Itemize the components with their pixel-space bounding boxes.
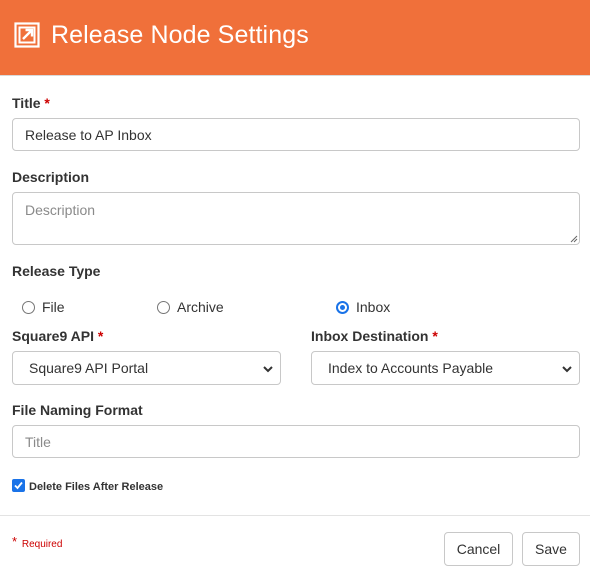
dialog-title: Release Node Settings bbox=[51, 21, 309, 49]
file-naming-format-input[interactable] bbox=[12, 425, 580, 458]
title-input[interactable] bbox=[12, 118, 580, 151]
inbox-destination-select[interactable]: Index to Accounts Payable bbox=[311, 351, 580, 385]
chevron-down-icon bbox=[562, 366, 572, 373]
square9-api-required-mark: * bbox=[97, 328, 104, 344]
required-note-star: * bbox=[12, 534, 18, 549]
title-required-mark: * bbox=[44, 95, 50, 111]
dialog-header: Release Node Settings bbox=[0, 0, 590, 76]
delete-files-checkbox[interactable] bbox=[12, 479, 25, 492]
radio-file-label: File bbox=[42, 299, 65, 315]
title-label: Title * bbox=[12, 95, 50, 111]
radio-archive-label: Archive bbox=[177, 299, 224, 315]
chevron-down-icon bbox=[263, 366, 273, 373]
radio-archive-button[interactable] bbox=[157, 300, 170, 314]
inbox-destination-selected-value: Index to Accounts Payable bbox=[328, 360, 493, 376]
resize-grip-icon[interactable] bbox=[570, 235, 578, 243]
square9-api-label-text: Square9 API bbox=[12, 328, 94, 344]
description-textarea[interactable] bbox=[12, 192, 580, 245]
inbox-destination-required-mark: * bbox=[432, 328, 438, 344]
cancel-button[interactable]: Cancel bbox=[444, 532, 513, 566]
checkmark-icon bbox=[14, 481, 23, 490]
footer-divider bbox=[0, 515, 590, 516]
square9-api-selected-value: Square9 API Portal bbox=[29, 360, 149, 376]
inbox-destination-label-text: Inbox Destination bbox=[311, 328, 429, 344]
file-naming-format-label: File Naming Format bbox=[12, 402, 143, 418]
delete-files-label: Delete Files After Release bbox=[29, 481, 164, 493]
radio-option-archive[interactable]: Archive bbox=[157, 298, 224, 316]
save-button[interactable]: Save bbox=[522, 532, 580, 566]
required-note: * Required bbox=[12, 534, 63, 551]
title-label-text: Title bbox=[12, 95, 41, 111]
radio-file-button[interactable] bbox=[22, 300, 35, 314]
square9-api-select[interactable]: Square9 API Portal bbox=[12, 351, 281, 385]
release-arrow-icon bbox=[14, 22, 40, 48]
radio-option-file[interactable]: File bbox=[22, 298, 65, 316]
release-type-label: Release Type bbox=[12, 263, 101, 279]
radio-inbox-label: Inbox bbox=[356, 299, 391, 315]
radio-option-inbox[interactable]: Inbox bbox=[336, 298, 390, 316]
inbox-destination-label: Inbox Destination * bbox=[311, 328, 438, 344]
required-note-text: Required bbox=[21, 539, 63, 550]
radio-inbox-button[interactable] bbox=[336, 300, 349, 314]
description-label: Description bbox=[12, 169, 90, 185]
square9-api-label: Square9 API * bbox=[12, 328, 103, 344]
